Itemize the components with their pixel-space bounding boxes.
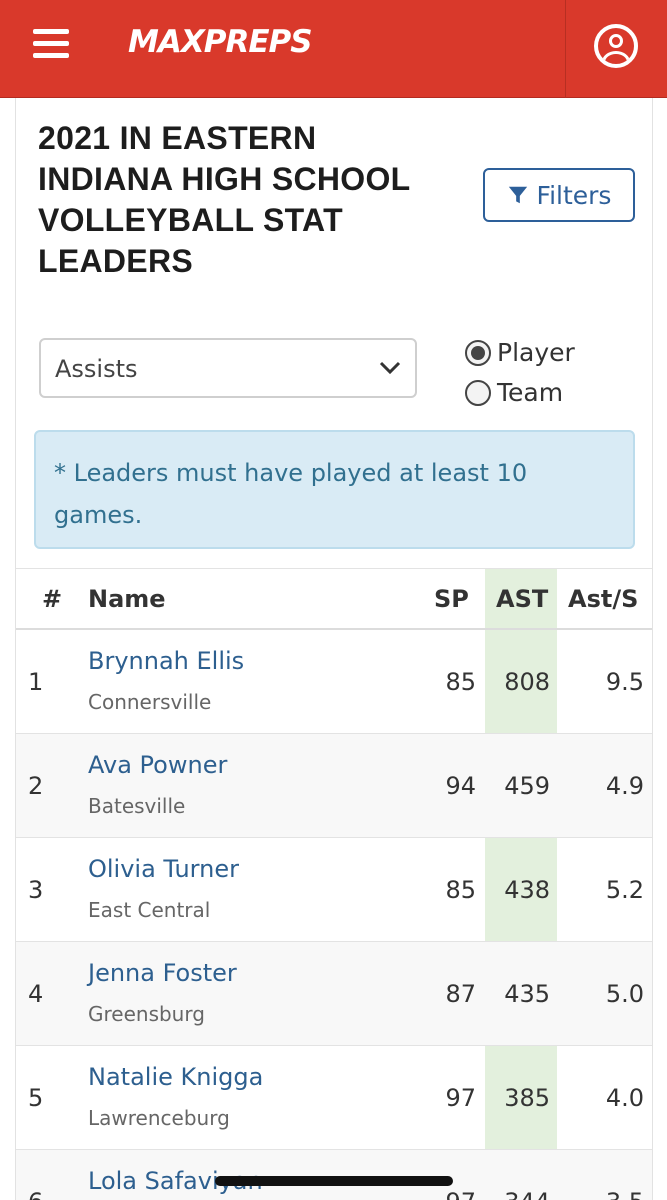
school-name: Batesville [88, 794, 186, 818]
radio-team[interactable]: Team [465, 378, 563, 407]
player-name-link[interactable]: Natalie Knigga [88, 1063, 263, 1091]
player-name-link[interactable]: Olivia Turner [88, 855, 239, 883]
header-divider [565, 0, 566, 98]
school-name: Greensburg [88, 1002, 205, 1026]
stat-leaders-table: # Name SP AST Ast/S 1 Brynnah Ellis Conn… [16, 568, 652, 1200]
logo-text: MAXPREPS [128, 24, 313, 60]
funnel-icon [508, 186, 527, 204]
assists: 435 [504, 980, 550, 1008]
radio-button-checked[interactable] [465, 339, 491, 366]
header-ast-per-set[interactable]: Ast/S [568, 585, 638, 613]
table-row: 1 Brynnah Ellis Connersville 85 808 9.5 [16, 630, 652, 734]
sets-played: 97 [445, 1084, 476, 1112]
assists-per-set: 9.5 [605, 668, 644, 696]
header-sp[interactable]: SP [434, 585, 469, 613]
rank: 4 [28, 980, 44, 1008]
maxpreps-logo[interactable]: MAXPREPS [128, 18, 338, 80]
assists: 385 [504, 1084, 550, 1112]
rank: 3 [28, 876, 44, 904]
eligibility-notice: * Leaders must have played at least 10 g… [34, 430, 635, 549]
sets-played: 85 [445, 668, 476, 696]
school-name: Connersville [88, 690, 212, 714]
radio-player-label: Player [497, 338, 575, 367]
page-title: 2021 IN EASTERN INDIANA HIGH SCHOOL VOLL… [38, 120, 410, 279]
hamburger-menu-icon[interactable] [33, 29, 71, 61]
player-name-link[interactable]: Ava Powner [88, 751, 227, 779]
player-name-link[interactable]: Brynnah Ellis [88, 647, 244, 675]
radio-player[interactable]: Player [465, 338, 575, 367]
radio-team-label: Team [497, 378, 564, 407]
assists-per-set: 5.0 [605, 980, 644, 1008]
radio-button-unchecked[interactable] [465, 379, 491, 406]
sets-played: 85 [445, 876, 476, 904]
table-header: # Name SP AST Ast/S [16, 568, 652, 630]
filters-button[interactable]: Filters [483, 168, 635, 222]
table-row: 4 Jenna Foster Greensburg 87 435 5.0 [16, 942, 652, 1046]
assists: 438 [504, 876, 550, 904]
header-ast[interactable]: AST [496, 585, 548, 613]
top-navigation-bar: MAXPREPS [0, 0, 667, 98]
stat-leaders-card: 2021 IN EASTERN INDIANA HIGH SCHOOL VOLL… [15, 98, 653, 1200]
table-row: 3 Olivia Turner East Central 85 438 5.2 [16, 838, 652, 942]
filters-label: Filters [536, 180, 612, 210]
assists: 808 [504, 668, 550, 696]
stat-category-select[interactable]: Assists [39, 338, 417, 398]
assists: 459 [504, 772, 550, 800]
assists: 344 [504, 1188, 550, 1200]
assists-per-set: 4.9 [605, 772, 644, 800]
player-name-link[interactable]: Jenna Foster [88, 959, 237, 987]
school-name: East Central [88, 898, 211, 922]
sets-played: 94 [445, 772, 476, 800]
stat-category-value: Assists [55, 355, 138, 383]
assists-per-set: 3.5 [606, 1188, 644, 1200]
assists-per-set: 4.0 [605, 1084, 644, 1112]
school-name: Lawrenceburg [88, 1106, 230, 1130]
rank: 5 [28, 1084, 44, 1112]
table-row: 2 Ava Powner Batesville 94 459 4.9 [16, 734, 652, 838]
rank: 6 [28, 1188, 43, 1200]
home-indicator[interactable] [215, 1176, 453, 1186]
header-name[interactable]: Name [88, 585, 166, 613]
rank: 1 [28, 668, 44, 696]
chevron-down-icon [379, 361, 401, 375]
table-row: 5 Natalie Knigga Lawrenceburg 97 385 4.0 [16, 1046, 652, 1150]
header-rank[interactable]: # [42, 585, 62, 613]
table-row: 6 Lola Safaviyan 97 344 3.5 [16, 1150, 652, 1200]
rank: 2 [28, 772, 44, 800]
user-account-icon[interactable] [594, 24, 638, 68]
sets-played: 87 [445, 980, 476, 1008]
sets-played: 97 [445, 1188, 476, 1200]
assists-per-set: 5.2 [605, 876, 644, 904]
